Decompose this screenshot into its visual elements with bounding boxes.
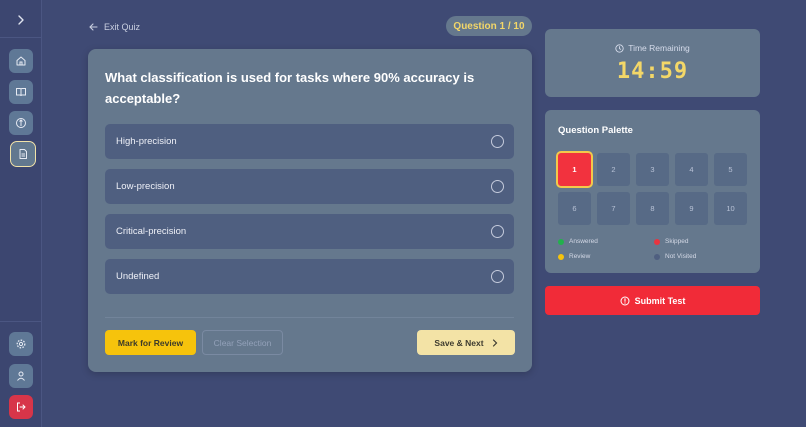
legend-label: Answered [569, 238, 598, 245]
review-dot [558, 253, 564, 260]
not-visited-dot [654, 253, 660, 260]
alert-circle-icon [620, 296, 630, 305]
sidebar-item-home[interactable] [9, 49, 33, 73]
sidebar-toggle-button[interactable] [11, 12, 31, 28]
radio-button[interactable] [491, 180, 504, 193]
option-label: Critical-precision [116, 226, 187, 237]
palette-cell[interactable]: 4 [675, 153, 708, 186]
palette-cell[interactable]: 7 [597, 192, 630, 225]
sidebar-divider [0, 321, 42, 322]
option-label: High-precision [116, 136, 177, 147]
legend-review: Review [558, 253, 590, 260]
palette-cell[interactable]: 9 [675, 192, 708, 225]
submit-test-label: Submit Test [634, 295, 686, 306]
card-divider [105, 317, 514, 318]
legend-not-visited: Not Visited [654, 253, 696, 260]
save-and-next-label: Save & Next [434, 337, 484, 348]
legend-answered: Answered [558, 238, 598, 245]
mark-for-review-button[interactable]: Mark for Review [105, 330, 196, 355]
sidebar-item-settings[interactable] [9, 332, 33, 356]
palette-title: Question Palette [558, 125, 633, 136]
book-icon [16, 88, 26, 97]
legend-label: Review [569, 253, 591, 260]
user-icon [17, 371, 25, 381]
palette-cell[interactable]: 2 [597, 153, 630, 186]
logout-icon [17, 402, 26, 412]
chevron-right-icon [492, 338, 497, 347]
legend-skipped: Skipped [654, 238, 689, 245]
submit-test-button[interactable]: Submit Test [545, 286, 760, 315]
clock-icon [615, 43, 624, 53]
document-icon [19, 149, 27, 159]
palette-cell[interactable]: 1 [556, 151, 593, 188]
gear-icon [16, 339, 26, 349]
compass-icon [16, 118, 26, 128]
radio-button[interactable] [491, 270, 504, 283]
exit-quiz-label: Exit Quiz [104, 22, 141, 32]
palette-cell[interactable]: 5 [714, 153, 747, 186]
chevron-right-icon [18, 15, 24, 25]
answer-option[interactable]: High-precision [105, 124, 514, 159]
answer-option[interactable]: Undefined [105, 259, 514, 294]
timer-panel: Time Remaining 14:59 [545, 29, 760, 97]
sidebar-item-courses[interactable] [9, 80, 33, 104]
answer-option[interactable]: Low-precision [105, 169, 514, 204]
option-label: Undefined [116, 271, 160, 282]
timer-label: Time Remaining [628, 43, 690, 53]
sidebar-item-profile[interactable] [9, 364, 33, 388]
palette-cell[interactable]: 8 [636, 192, 669, 225]
sidebar-item-quiz[interactable] [10, 141, 36, 167]
legend-label: Not Visited [665, 253, 697, 260]
save-and-next-button[interactable]: Save & Next [417, 330, 515, 355]
radio-button[interactable] [491, 135, 504, 148]
question-palette: Question Palette 1 2 3 4 5 6 7 8 9 10 An… [545, 110, 760, 273]
home-icon [16, 56, 26, 66]
palette-cell[interactable]: 6 [558, 192, 591, 225]
sidebar-item-explore[interactable] [9, 111, 33, 135]
sidebar-divider [0, 37, 42, 38]
question-counter-badge: Question 1 / 10 [446, 16, 532, 36]
sidebar-item-logout[interactable] [9, 395, 33, 419]
option-label: Low-precision [116, 181, 175, 192]
palette-cell[interactable]: 10 [714, 192, 747, 225]
exit-quiz-link[interactable]: Exit Quiz [89, 20, 140, 34]
answer-option[interactable]: Critical-precision [105, 214, 514, 249]
skipped-dot [654, 238, 660, 245]
clear-selection-button[interactable]: Clear Selection [202, 330, 283, 355]
question-card: What classification is used for tasks wh… [88, 49, 532, 372]
legend-label: Skipped [665, 238, 689, 245]
answered-dot [558, 238, 564, 245]
palette-cell[interactable]: 3 [636, 153, 669, 186]
sidebar [0, 0, 42, 427]
timer-value: 14:59 [616, 59, 689, 84]
radio-button[interactable] [491, 225, 504, 238]
question-text: What classification is used for tasks wh… [105, 70, 475, 106]
timer-label-row: Time Remaining [545, 43, 760, 53]
arrow-left-icon [89, 23, 98, 31]
